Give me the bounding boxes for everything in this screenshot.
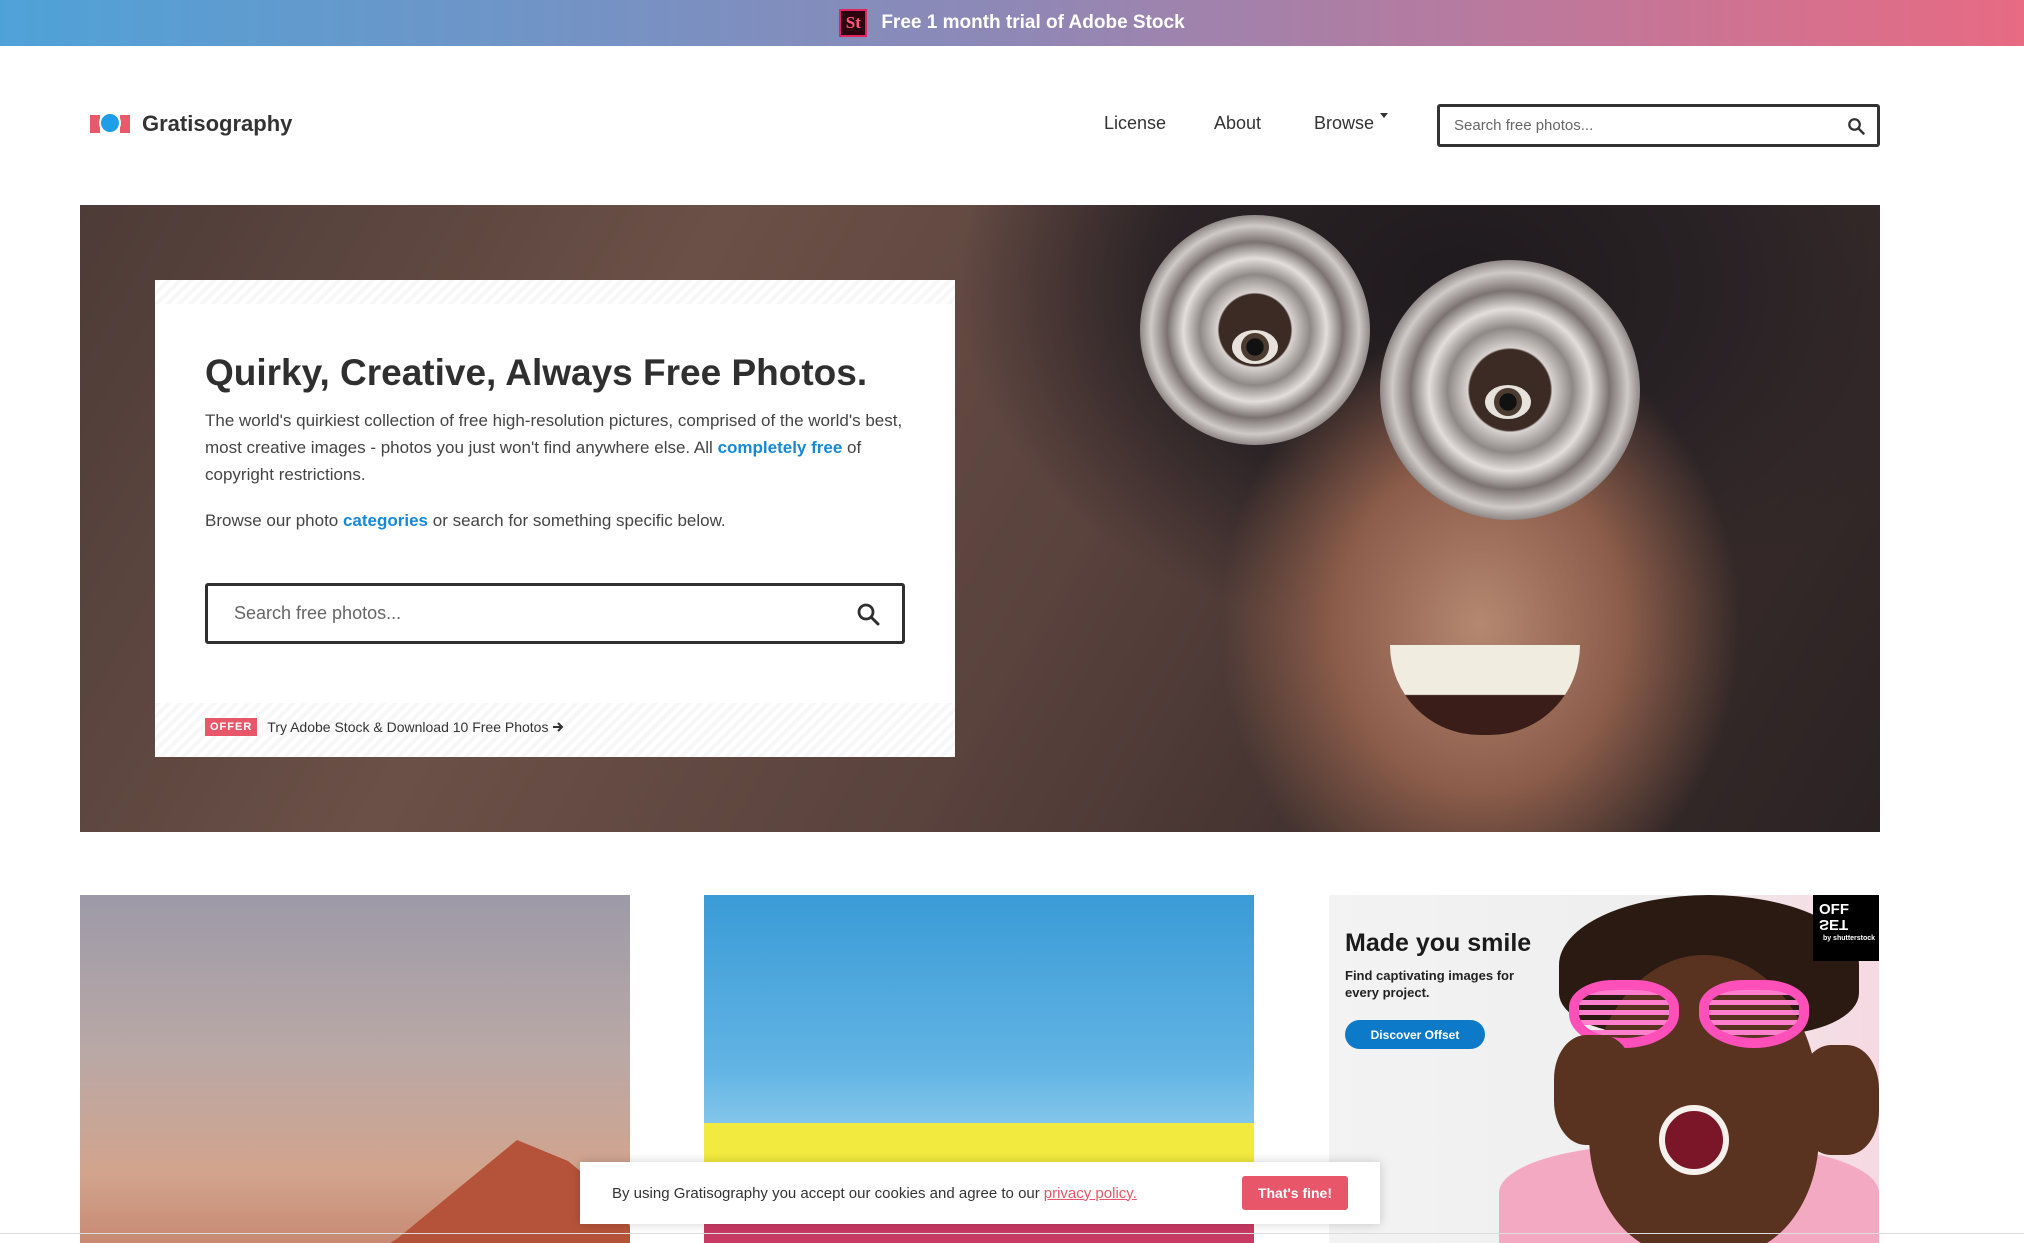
categories-link[interactable]: categories [343,511,428,530]
search-icon[interactable] [1847,117,1865,135]
discover-offset-button[interactable]: Discover Offset [1345,1020,1485,1049]
hero-card: Quirky, Creative, Always Free Photos. Th… [155,280,955,757]
ad-kid-hand-right [1799,1045,1879,1155]
adobe-stock-icon: St [839,9,868,37]
search-icon[interactable] [856,602,880,626]
photo-tile-desert[interactable] [80,895,630,1243]
nav-about-label: About [1214,113,1262,133]
cookie-banner: By using Gratisography you accept our co… [580,1162,1380,1224]
gratisography-logo-icon [90,108,130,140]
hero-search-input[interactable] [232,602,856,625]
caret-down-icon [1380,113,1389,118]
page-bottom-edge [0,1233,2024,1234]
header-search-input[interactable] [1452,116,1847,135]
offset-ad-tile[interactable]: Made you smile Find captivating images f… [1329,895,1879,1243]
hero-title: Quirky, Creative, Always Free Photos. [205,352,868,393]
arrow-right-icon [553,722,564,732]
nav-about[interactable]: About [1214,113,1261,134]
nav-license-label: License [1104,113,1167,133]
offer-badge: OFFER [205,718,258,736]
nav-browse-dropdown[interactable]: Browse [1314,113,1389,134]
nav-browse-label: Browse [1314,113,1375,133]
offset-logo-line2: SET [1819,916,1849,933]
accept-cookies-button[interactable]: That's fine! [1241,1176,1348,1210]
header-search[interactable] [1437,104,1880,147]
offer-text: Try Adobe Stock & Download 10 Free Photo… [267,719,549,735]
cookie-text: By using Gratisography you accept our co… [612,1184,1040,1202]
offset-logo: OFF SET by shutterstock [1813,895,1879,961]
grin [1390,645,1580,735]
ad-kid-hand-left [1554,1035,1634,1145]
hero-browse-text: Browse our photo categories or search fo… [205,511,726,530]
hero-banner: Quirky, Creative, Always Free Photos. Th… [80,205,1880,832]
eye-left [1232,330,1278,364]
completely-free-link[interactable]: completely free [718,438,843,457]
nav-license[interactable]: License [1104,113,1166,134]
eye-right [1485,385,1531,419]
site-logo[interactable]: Gratisography [90,108,292,140]
ad-subtitle: Find captivating images for every projec… [1345,968,1515,1000]
promo-bar[interactable]: St Free 1 month trial of Adobe Stock [0,0,2024,46]
hero-search[interactable] [205,583,905,644]
ad-kid-mouth [1659,1105,1729,1175]
brand-name: Gratisography [142,111,293,136]
offer-link[interactable]: OFFER Try Adobe Stock & Download 10 Free… [205,718,564,736]
hero-description: The world's quirkiest collection of free… [205,411,903,484]
ad-title: Made you smile [1345,929,1532,957]
promo-text[interactable]: Free 1 month trial of Adobe Stock [881,12,1184,34]
offset-logo-small: by shutterstock [1822,935,1876,942]
privacy-policy-link[interactable]: privacy policy. [1044,1185,1137,1202]
